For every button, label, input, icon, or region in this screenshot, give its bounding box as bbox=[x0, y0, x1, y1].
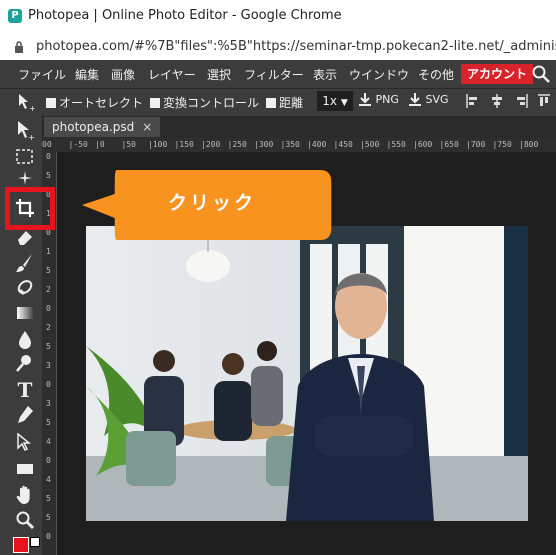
menu-layer[interactable]: レイヤー bbox=[148, 66, 196, 83]
ruler-tick-label: 2 bbox=[46, 323, 51, 332]
ruler-tick-label: 4 bbox=[46, 437, 51, 446]
menu-select[interactable]: 選択 bbox=[207, 66, 231, 83]
office-photo[interactable] bbox=[86, 226, 528, 521]
menu-image[interactable]: 画像 bbox=[111, 66, 135, 83]
callout-text: クリック bbox=[167, 192, 256, 214]
foreground-color-swatch[interactable] bbox=[13, 537, 29, 553]
ruler-tick-label: |-50 bbox=[68, 140, 88, 149]
menu-view[interactable]: 表示 bbox=[313, 66, 337, 83]
export-png-button[interactable]: PNG bbox=[358, 92, 399, 106]
ruler-tick-label: |250 bbox=[227, 140, 247, 149]
move-options-icon: + bbox=[19, 94, 36, 112]
auto-select-checkbox[interactable]: オートセレクト bbox=[46, 94, 143, 111]
pen-tool-icon[interactable] bbox=[14, 404, 36, 426]
transform-controls-checkbox[interactable]: 変換コントロール bbox=[150, 94, 259, 111]
gradient-tool-icon[interactable] bbox=[14, 302, 36, 324]
svg-label: SVG bbox=[425, 93, 449, 106]
zoom-value: 1x bbox=[322, 94, 337, 108]
ruler-tick-label: 3 bbox=[46, 399, 51, 408]
move-tool-icon[interactable]: + bbox=[14, 119, 36, 141]
ruler-tick-label: 0 bbox=[46, 380, 51, 389]
ruler-tick-label: |800 bbox=[519, 140, 539, 149]
menu-filter[interactable]: フィルター bbox=[244, 66, 304, 83]
ruler-tick-label: 5 bbox=[46, 418, 51, 427]
horizontal-ruler: 00 |-50 |0 |50 |100 |150 |200 |250 |300 |350 |400 |… bbox=[42, 138, 556, 153]
ruler-tick-label: |0 bbox=[95, 140, 105, 149]
brush-tool-icon[interactable] bbox=[14, 252, 36, 274]
ruler-tick-label: 5 bbox=[46, 342, 51, 351]
ruler-tick-label: |600 bbox=[413, 140, 433, 149]
ruler-tick-label: 5 bbox=[46, 171, 51, 180]
ruler-tick-label: 4 bbox=[46, 475, 51, 484]
ruler-tick-label: |400 bbox=[307, 140, 327, 149]
ruler-tick-label: 2 bbox=[46, 285, 51, 294]
distance-checkbox[interactable]: 距離 bbox=[266, 94, 303, 111]
ruler-tick-label: |550 bbox=[386, 140, 406, 149]
ruler-tick-label: |750 bbox=[492, 140, 512, 149]
menu-edit[interactable]: 編集 bbox=[75, 66, 99, 83]
ruler-tick-label: 0 bbox=[46, 532, 51, 541]
eraser-2-tool-icon[interactable] bbox=[14, 276, 36, 298]
document-tab[interactable]: photopea.psd × bbox=[44, 117, 161, 137]
menu-file[interactable]: ファイル bbox=[18, 66, 66, 83]
menu-window[interactable]: ウインドウ bbox=[349, 66, 409, 83]
ruler-tick-label: |500 bbox=[360, 140, 380, 149]
chevron-down-icon: ▼ bbox=[340, 98, 348, 108]
ruler-tick-label: |350 bbox=[280, 140, 300, 149]
ruler-tick-label: |200 bbox=[201, 140, 221, 149]
ruler-tick-label: 0 bbox=[46, 304, 51, 313]
close-icon[interactable]: × bbox=[142, 120, 152, 134]
account-button[interactable]: アカウント bbox=[461, 64, 534, 84]
ruler-tick-label: 3 bbox=[46, 361, 51, 370]
zoom-tool-icon[interactable] bbox=[14, 509, 36, 531]
hand-tool-icon[interactable] bbox=[14, 484, 36, 506]
distance-label: 距離 bbox=[279, 96, 304, 110]
align-right-icon[interactable] bbox=[514, 94, 528, 108]
crop-tool-highlight bbox=[5, 187, 55, 230]
download-icon bbox=[409, 93, 421, 106]
checkbox-icon bbox=[150, 98, 160, 108]
window-title: Photopea | Online Photo Editor - Google … bbox=[28, 8, 342, 23]
ruler-tick-label: 00 bbox=[42, 140, 52, 149]
ruler-tick-label: |650 bbox=[439, 140, 459, 149]
ruler-tick-label: 5 bbox=[46, 494, 51, 503]
auto-select-label: オートセレクト bbox=[59, 96, 144, 110]
url-text[interactable]: photopea.com/#%7B"files":%5B"https://sem… bbox=[36, 39, 556, 54]
ruler-tick-label: 1 bbox=[46, 247, 51, 256]
ruler-tick-label: 0 bbox=[46, 152, 51, 161]
lock-icon bbox=[15, 41, 23, 53]
png-label: PNG bbox=[375, 93, 399, 106]
zoom-select[interactable]: 1x ▼ bbox=[317, 91, 353, 111]
ruler-tick-label: |700 bbox=[466, 140, 486, 149]
ruler-tick-label: |100 bbox=[148, 140, 168, 149]
transform-controls-label: 変換コントロール bbox=[163, 96, 260, 110]
align-left-icon[interactable] bbox=[466, 94, 480, 108]
type-tool-icon[interactable]: T bbox=[14, 379, 36, 401]
ruler-tick-label: |450 bbox=[333, 140, 353, 149]
dodge-tool-icon[interactable] bbox=[14, 352, 36, 374]
ruler-tick-label: |150 bbox=[174, 140, 194, 149]
align-center-icon[interactable] bbox=[490, 94, 504, 108]
checkbox-icon bbox=[46, 98, 56, 108]
swap-colors-icon[interactable] bbox=[30, 537, 40, 547]
ruler-tick-label: 5 bbox=[46, 266, 51, 275]
checkbox-icon bbox=[266, 98, 276, 108]
export-svg-button[interactable]: SVG bbox=[408, 92, 449, 106]
path-select-tool-icon[interactable] bbox=[14, 431, 36, 453]
burn-tool-icon[interactable] bbox=[14, 328, 36, 350]
svg-text:+: + bbox=[28, 133, 35, 141]
photopea-app-icon: P bbox=[8, 9, 22, 23]
document-tab-label: photopea.psd bbox=[52, 120, 135, 134]
ruler-tick-label: |300 bbox=[254, 140, 274, 149]
download-icon bbox=[359, 93, 371, 106]
ruler-tick-label: 5 bbox=[46, 513, 51, 522]
menu-more[interactable]: その他 bbox=[418, 66, 454, 83]
align-top-icon[interactable] bbox=[538, 94, 550, 108]
rectangle-tool-icon[interactable] bbox=[14, 458, 36, 480]
svg-text:+: + bbox=[29, 104, 36, 112]
ruler-tick-label: |50 bbox=[121, 140, 136, 149]
marquee-tool-icon[interactable] bbox=[14, 146, 36, 168]
ruler-tick-label: 0 bbox=[46, 456, 51, 465]
search-icon[interactable] bbox=[531, 65, 551, 83]
